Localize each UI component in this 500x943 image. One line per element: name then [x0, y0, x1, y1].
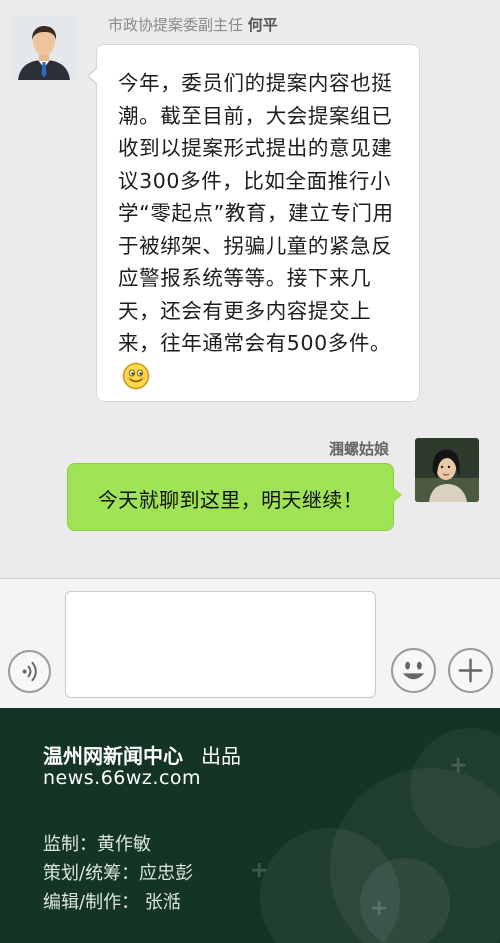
chat-area: 市政协提案委副主任 何平 今年，委员们的提案内容也挺潮。截至目前，大会提案组已收… [0, 0, 500, 578]
org-name: 温州网新闻中心 出品 [43, 740, 241, 769]
emoji-button[interactable] [391, 648, 436, 693]
sender-avatar[interactable] [12, 16, 76, 80]
more-button[interactable] [448, 648, 493, 693]
org-title: 温州网新闻中心 [43, 744, 183, 768]
self-avatar[interactable] [415, 438, 479, 502]
message-input[interactable] [65, 591, 376, 698]
voice-icon [22, 661, 37, 682]
message-bubble-incoming[interactable]: 今年，委员们的提案内容也挺潮。截至目前，大会提案组已收到以提案形式提出的意见建议… [87, 44, 420, 402]
message-text: 今天就聊到这里，明天继续！ [97, 488, 364, 512]
message-text: 今年，委员们的提案内容也挺潮。截至目前，大会提案组已收到以提案形式提出的意见建议… [118, 67, 408, 392]
credit-editor: 编辑/制作： 张湉 [43, 892, 181, 913]
input-bar [0, 578, 500, 708]
message-bubble-outgoing[interactable]: 今天就聊到这里，明天继续！ [67, 463, 402, 531]
site-url[interactable]: news.66wz.com [43, 767, 201, 789]
sender-title: 市政协提案委副主任 [108, 16, 244, 34]
decor-plus: + [250, 858, 269, 883]
emoji-icon [402, 661, 425, 680]
self-name-label: 涠螺姑娘 [328, 440, 389, 458]
decor-plus: + [370, 896, 389, 921]
decor-plus: + [449, 753, 468, 778]
voice-button[interactable] [8, 650, 51, 693]
smile-emoji-icon [122, 362, 150, 389]
plus-icon [458, 658, 483, 683]
sender-name-label: 市政协提案委副主任 何平 [108, 14, 278, 35]
message-text-content: 今年，委员们的提案内容也挺潮。截至目前，大会提案组已收到以提案形式提出的意见建议… [118, 71, 394, 355]
footer-banner: + + + 温州网新闻中心 出品 news.66wz.com 监制：黄作敏 策划/… [0, 708, 500, 943]
published-label: 出品 [201, 744, 241, 768]
sender-name: 何平 [247, 16, 278, 34]
credit-planner: 策划/统筹：应忠彭 [43, 863, 194, 884]
credit-supervisor: 监制：黄作敏 [43, 834, 151, 855]
